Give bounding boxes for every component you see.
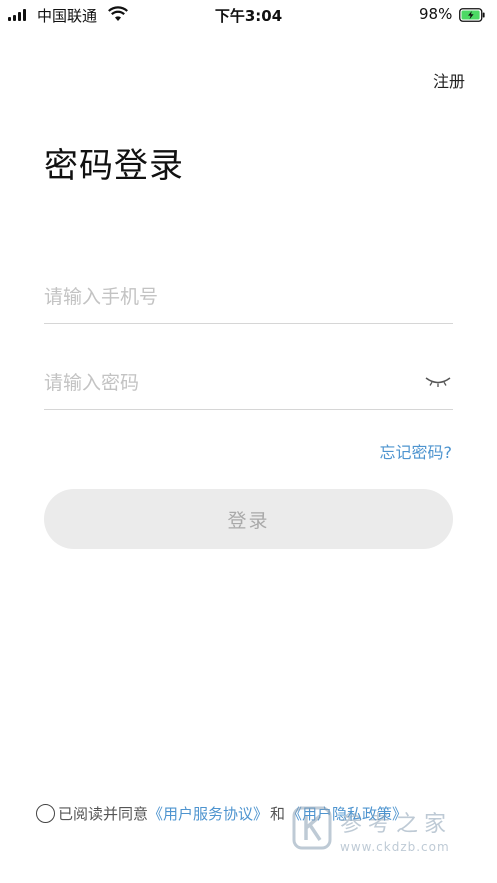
page-title: 密码登录	[44, 146, 184, 186]
agree-radio[interactable]	[36, 804, 55, 823]
terms-link[interactable]: 《用户服务协议》	[148, 803, 268, 824]
battery-charging-icon	[459, 8, 485, 22]
watermark: 参考之家 www.ckdzb.com	[292, 806, 492, 866]
login-button[interactable]: 登录	[44, 489, 453, 549]
battery-percent: 98%	[419, 5, 453, 23]
agreement-conjunction: 和	[270, 805, 286, 823]
forgot-password-link[interactable]: 忘记密码?	[380, 439, 453, 463]
register-link[interactable]: 注册	[433, 68, 465, 92]
watermark-url: www.ckdzb.com	[340, 840, 450, 854]
phone-field	[44, 263, 453, 324]
password-field	[44, 349, 453, 410]
watermark-logo-icon	[292, 806, 332, 850]
password-input[interactable]	[44, 367, 404, 399]
status-bar: 中国联通 下午3:04 98%	[0, 0, 497, 30]
phone-input[interactable]	[44, 281, 404, 313]
agreement-prefix: 已阅读并同意	[58, 805, 149, 823]
eye-closed-icon[interactable]	[425, 375, 451, 389]
watermark-text: 参考之家	[340, 812, 453, 837]
